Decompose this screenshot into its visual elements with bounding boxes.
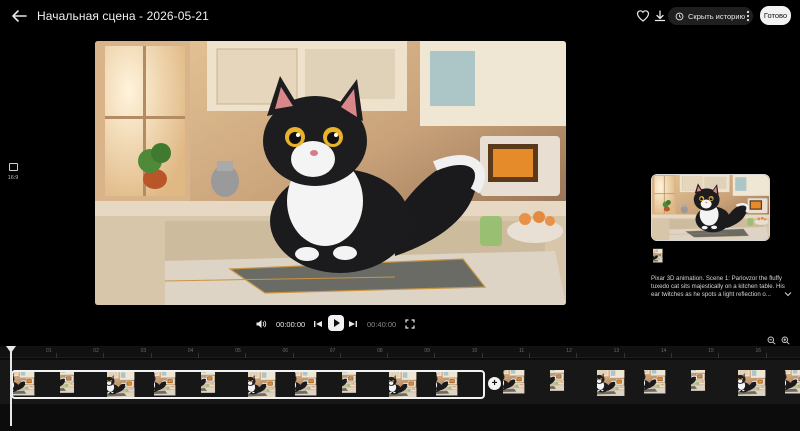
timeline-tick	[434, 353, 436, 358]
chevron-down-icon[interactable]	[784, 291, 792, 297]
skip-next-icon[interactable]	[347, 318, 359, 330]
timeline-tick-label: 10	[471, 348, 478, 354]
more-vert-icon[interactable]	[744, 9, 752, 23]
timeline-tick	[103, 353, 105, 358]
clip-frame-thumbnail	[13, 372, 60, 399]
timeline-tick	[529, 353, 530, 358]
timeline-tick	[197, 353, 199, 358]
timeline-ruler[interactable]: 01 02 03 04 05 06 07 08 09 10 11 12 13 14 15 16	[0, 346, 800, 358]
clip-frame-thumbnail	[738, 370, 785, 399]
top-bar: Начальная сцена - 2026-05-21 Скрыть исто…	[0, 0, 800, 32]
playhead[interactable]	[10, 346, 12, 431]
clip-frame-thumbnail	[60, 372, 107, 399]
timeline-tick-label: 09	[424, 348, 430, 354]
zoom-out-icon[interactable]	[767, 336, 776, 345]
variant-thumbnail-2[interactable]	[678, 246, 702, 270]
clip[interactable]	[503, 370, 800, 399]
timeline-tick-label: 11	[519, 348, 525, 354]
timeline-tick-label: 07	[329, 348, 336, 354]
selected-clip[interactable]	[11, 370, 485, 399]
timeline-tick-label: 04	[187, 348, 194, 354]
clip-frame-thumbnail	[248, 372, 295, 399]
clip-frame-thumbnail	[550, 370, 597, 399]
variant-thumbnail-image	[653, 246, 677, 270]
timeline-tick	[576, 353, 578, 358]
variant-thumbnail-image	[678, 246, 702, 270]
variant-thumbnail-image	[652, 175, 769, 240]
timeline-tick-label: 05	[235, 348, 241, 354]
timeline-tick	[670, 353, 672, 358]
timeline-tick	[245, 353, 247, 358]
add-clip-button[interactable]: +	[488, 377, 501, 390]
clip-frame-thumbnail	[691, 370, 738, 399]
timeline[interactable]: 01 02 03 04 05 06 07 08 09 10 11 12 13 14 15 16 +	[0, 346, 800, 431]
timeline-tick	[56, 353, 57, 358]
selected-variant-thumbnail[interactable]	[651, 174, 770, 241]
timeline-tick	[150, 353, 152, 358]
clip-frame-thumbnail	[597, 370, 644, 399]
current-time: 00:00:00	[276, 320, 306, 329]
video-preview[interactable]	[95, 41, 566, 305]
prompt-text: Pixar 3D animation. Scene 1: Parlovzor t…	[651, 275, 785, 299]
timeline-tick-label: 03	[140, 348, 147, 354]
timeline-tick	[387, 353, 389, 358]
timeline-tick-label: 01	[46, 348, 52, 354]
clip-frame-thumbnail	[154, 372, 201, 399]
variant-thumbnail-1[interactable]	[653, 246, 677, 270]
aspect-ratio-button[interactable]: 16:9	[6, 163, 20, 181]
play-button[interactable]	[328, 315, 344, 331]
timeline-tick-label: 14	[660, 348, 667, 354]
skip-previous-icon[interactable]	[312, 318, 324, 330]
timeline-tick-label: 06	[282, 348, 289, 354]
timeline-tick-label: 15	[708, 348, 714, 354]
hide-history-button[interactable]: Скрыть историю	[668, 7, 754, 25]
hide-history-label: Скрыть историю	[688, 11, 746, 21]
timeline-tick-label: 12	[566, 348, 572, 354]
heart-icon[interactable]	[636, 9, 650, 23]
clip-frame-thumbnail	[107, 372, 154, 399]
timeline-tick	[718, 353, 720, 358]
timeline-tick	[481, 353, 483, 358]
zoom-in-icon[interactable]	[781, 336, 790, 345]
download-icon[interactable]	[653, 9, 667, 23]
page-title: Начальная сцена - 2026-05-21	[37, 9, 209, 23]
timeline-tick-label: 02	[93, 348, 99, 354]
timeline-tick-label: 13	[613, 348, 620, 354]
back-arrow-icon[interactable]	[10, 8, 28, 24]
timeline-tick	[292, 353, 294, 358]
clip-frame-thumbnail	[389, 372, 436, 399]
clip-frame-thumbnail	[644, 370, 691, 399]
fullscreen-icon[interactable]	[404, 318, 416, 330]
volume-icon[interactable]	[255, 318, 267, 330]
total-time: 00:40:00	[367, 320, 397, 329]
done-button[interactable]: Готово	[760, 6, 791, 25]
timeline-tick	[765, 353, 767, 358]
clip-frame-thumbnail	[201, 372, 248, 399]
clip-frame-thumbnail	[503, 370, 550, 399]
clip-frame-thumbnail	[785, 370, 800, 399]
aspect-ratio-label: 16:9	[7, 175, 19, 181]
timeline-tick-label: 16	[755, 348, 762, 354]
timeline-scrollbar[interactable]	[0, 426, 800, 431]
video-frame-image	[95, 41, 566, 305]
history-icon	[675, 12, 684, 20]
play-icon	[334, 319, 340, 327]
player-controls: 00:00:00 00:40:00	[0, 313, 800, 335]
playhead-handle[interactable]	[6, 346, 16, 353]
timeline-tick	[339, 353, 341, 358]
clip-frame-thumbnail	[295, 372, 342, 399]
clip-frame-thumbnail	[436, 372, 483, 399]
timeline-tick	[623, 353, 625, 358]
aspect-ratio-icon	[8, 163, 18, 171]
clip-frame-thumbnail	[342, 372, 389, 399]
timeline-tick-label: 08	[377, 348, 383, 354]
